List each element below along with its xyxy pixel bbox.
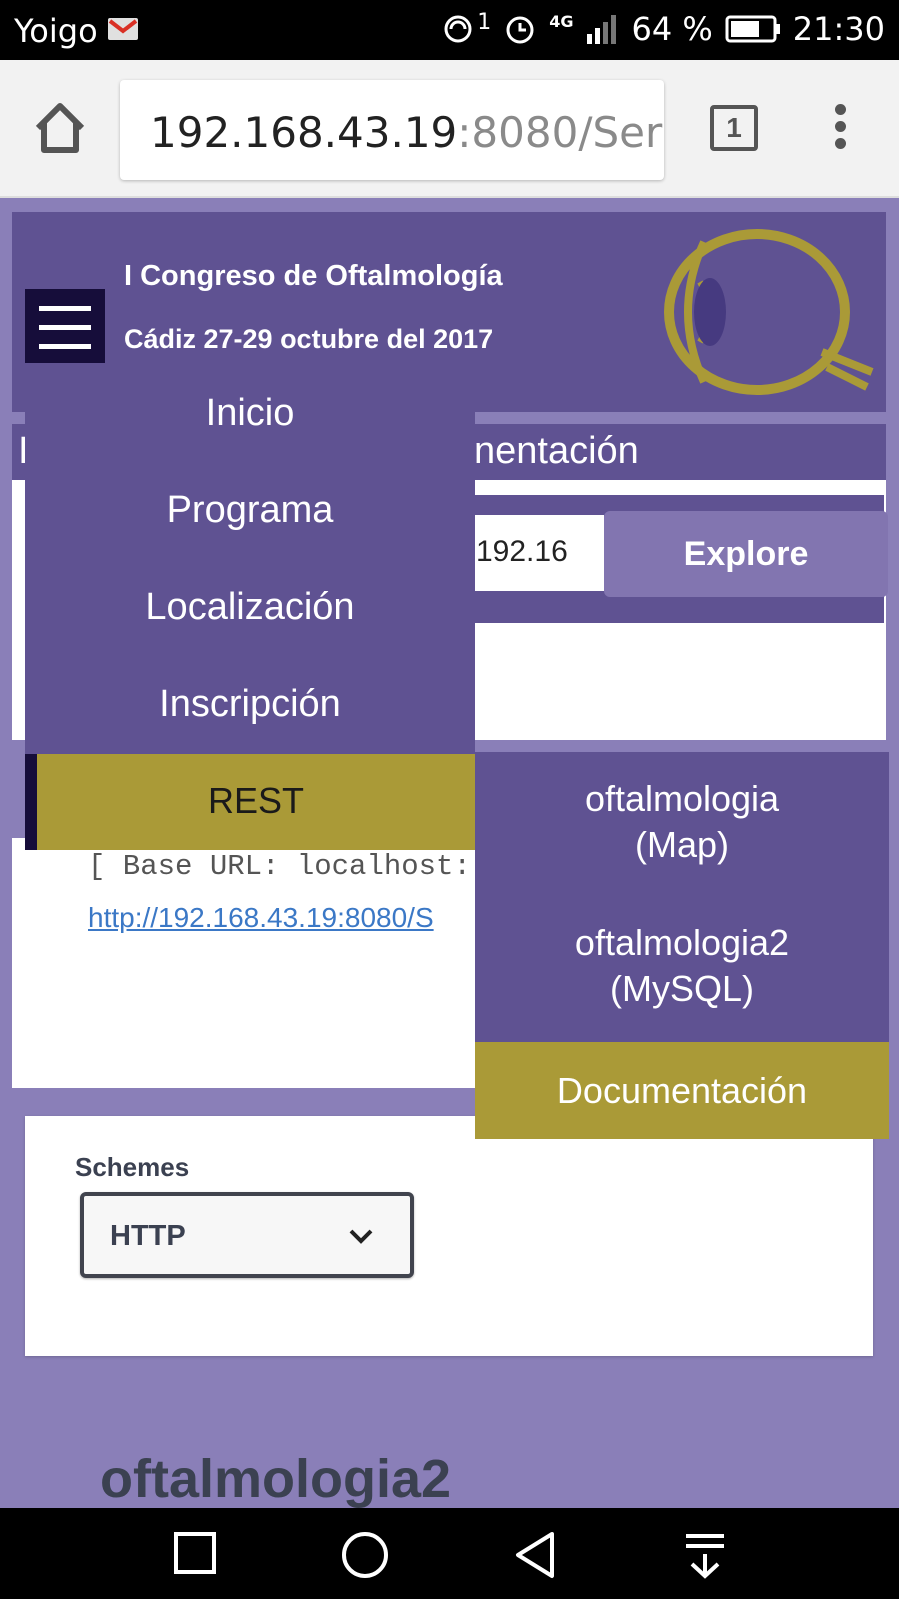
menu-item-programa[interactable]: Programa (25, 489, 475, 532)
schemes-card: Schemes HTTP (25, 1116, 873, 1356)
explore-button[interactable]: Explore (604, 511, 888, 597)
url-text: 192.168.43.19:8080/Ser (150, 108, 662, 157)
submenu-item-oftalmologia2-mysql[interactable]: oftalmologia2 (MySQL) (475, 920, 889, 1012)
nav-peek-documentacion[interactable]: nentación (474, 430, 639, 473)
menu-item-inscripcion[interactable]: Inscripción (25, 683, 475, 726)
submenu-item-sublabel: (MySQL) (610, 968, 754, 1009)
battery-percent: 64 % (631, 10, 713, 48)
section-title: oftalmologia2 (100, 1449, 452, 1508)
submenu-item-oftalmologia-map[interactable]: oftalmologia (Map) (475, 776, 889, 868)
rest-submenu: oftalmologia (Map) oftalmologia2 (MySQL)… (475, 752, 889, 1139)
schemes-selected-value: HTTP (110, 1220, 186, 1252)
url-bar[interactable]: 192.168.43.19:8080/Ser (120, 80, 664, 180)
menu-item-localizacion[interactable]: Localización (25, 586, 475, 629)
menu-item-inicio[interactable]: Inicio (25, 392, 475, 435)
submenu-item-documentacion[interactable]: Documentación (475, 1042, 889, 1139)
back-icon[interactable] (512, 1530, 558, 1580)
chevron-down-icon (349, 1229, 373, 1244)
spec-link[interactable]: http://192.168.43.19:8080/S (88, 902, 434, 934)
menu-item-rest-label: REST (207, 780, 304, 821)
hamburger-menu-icon[interactable] (25, 289, 105, 363)
explore-bar: 192.16 Explore (470, 495, 888, 623)
status-icons: 1 4G 64 % 21:30 (441, 10, 885, 48)
submenu-item-label: oftalmologia2 (574, 922, 790, 963)
tab-switcher-button[interactable]: 1 (710, 105, 758, 151)
explore-url-input[interactable]: 192.16 (470, 515, 604, 591)
menu-item-rest[interactable]: REST (25, 754, 475, 850)
gmail-icon (108, 18, 138, 40)
notification-pull-icon[interactable] (682, 1530, 728, 1580)
url-host: 192.168.43.19 (150, 108, 458, 157)
submenu-item-sublabel: (Map) (634, 824, 729, 865)
status-bar: Yoigo 1 4G 64 % 21:30 (0, 0, 899, 60)
sim-badge: 1 (477, 9, 492, 35)
battery-icon (725, 15, 780, 43)
schemes-label: Schemes (75, 1152, 190, 1182)
home-icon[interactable] (32, 100, 88, 156)
alarm-icon (506, 16, 534, 44)
eye-logo-icon (664, 229, 874, 395)
site-subtitle: Cádiz 27-29 octubre del 2017 (124, 324, 494, 354)
clock: 21:30 (792, 10, 885, 48)
recents-icon[interactable] (172, 1530, 218, 1576)
carrier-label: Yoigo (14, 12, 98, 50)
site-title: I Congreso de Oftalmología (124, 260, 503, 292)
schemes-select[interactable]: HTTP (80, 1192, 414, 1278)
submenu-item-label: oftalmologia (584, 778, 780, 819)
site-header: I Congreso de Oftalmología Cádiz 27-29 o… (12, 212, 886, 412)
browser-toolbar: 192.168.43.19:8080/Ser 1 (0, 60, 899, 198)
signal-icon (587, 15, 617, 44)
drawer-menu: Inicio Programa Localización Inscripción… (25, 392, 475, 850)
overflow-menu-icon[interactable] (830, 104, 850, 154)
base-url-text: [ Base URL: localhost: (88, 850, 471, 883)
sync-icon (444, 15, 472, 43)
network-label: 4G (549, 11, 574, 31)
system-nav-bar (0, 1508, 899, 1599)
home-nav-icon[interactable] (340, 1530, 390, 1580)
url-path: :8080/Ser (457, 108, 663, 157)
